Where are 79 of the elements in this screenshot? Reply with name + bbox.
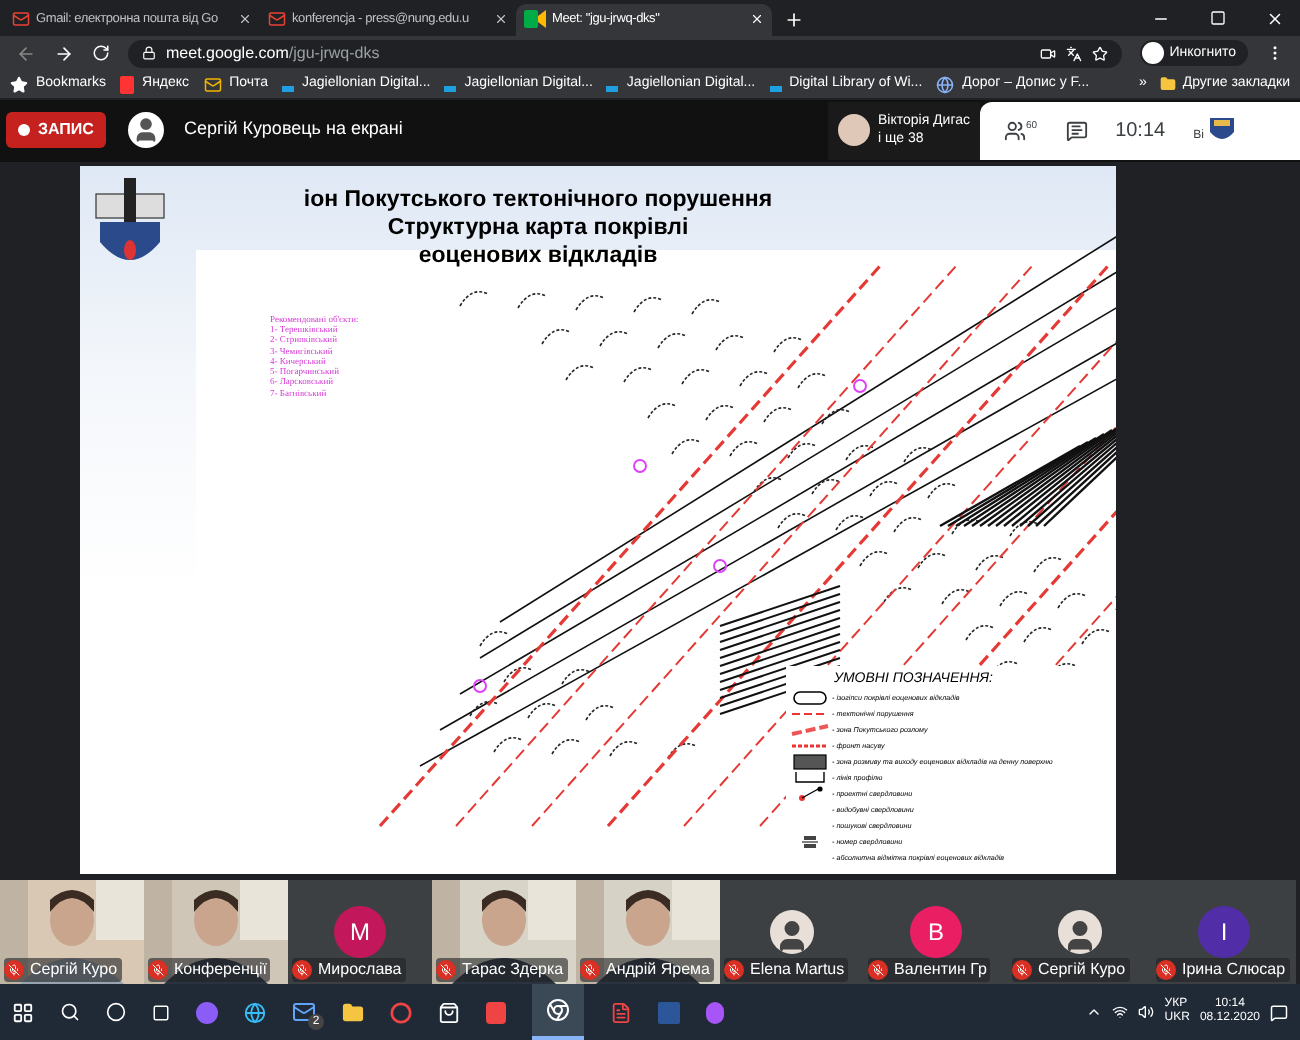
pdf-icon[interactable] [610,1001,632,1023]
mail-icon [12,10,30,29]
star-icon[interactable] [1091,45,1108,62]
mic-off-icon [868,960,888,980]
bookmark-icon [769,86,782,93]
slide-title: еоценових відкладів [418,241,658,270]
slide-title: іон Покутського тектонічного порушення [303,185,773,214]
folder-icon [1160,76,1177,93]
participant-name: Андрій Ярема [606,958,710,982]
back-icon[interactable] [16,43,36,64]
camera-icon[interactable] [1039,45,1056,62]
avatar: I [1198,906,1250,958]
participant-name: Elena Martus [750,958,845,982]
new-tab-icon[interactable] [784,9,804,30]
notifications-icon[interactable] [1270,1003,1288,1021]
participant-tile[interactable]: B Валентин Гр [864,880,1008,984]
windows-start-icon[interactable] [12,1001,34,1023]
address-field[interactable]: meet.google.com/jgu-jrwq-dks [128,39,1122,68]
participant-name: Ірина Слюсар [1182,958,1286,982]
participant-tile[interactable]: Тарас Здерка [432,880,576,984]
participant-tile[interactable]: I Ірина Слюсар [1152,880,1296,984]
search-icon[interactable] [60,1002,80,1022]
mic-off-icon [1012,960,1032,980]
avatar: M [334,906,386,958]
participant-tile[interactable]: Андрій Ярема [576,880,720,984]
participant-name: Тарас Здерка [462,958,564,982]
globe-icon [936,75,955,94]
participant-name: Сергій Куро [30,958,118,982]
participant-name: Мирослава [318,958,402,982]
mic-off-icon [1156,960,1176,980]
participant-tile[interactable]: M Мирослава [288,880,432,984]
hatch-symbol-icon [790,754,830,771]
chat-icon[interactable] [1065,119,1088,142]
reload-icon[interactable] [92,44,110,63]
contour-symbol-icon [790,690,830,707]
volume-icon[interactable] [1138,1004,1155,1020]
slide-title: Структурна карта покрівлі [387,213,689,242]
presenter-label: Сергій Куровець на екрані [183,116,403,143]
participant-tile[interactable]: Elena Martus [720,880,864,984]
lock-icon [142,46,156,61]
participant-tile[interactable]: Сергій Куро [1008,880,1152,984]
avatar [837,114,870,147]
maximize-icon[interactable] [1210,9,1226,26]
participant-name: Валентин Гр [894,958,987,982]
close-icon[interactable] [238,12,252,27]
zone-symbol-icon [790,722,830,739]
close-icon[interactable] [494,12,508,27]
avatar [1058,910,1102,954]
bookmark-icon [606,86,619,93]
profile-symbol-icon [790,770,830,787]
camera-icon [524,10,546,29]
avatar [770,910,814,954]
forward-icon[interactable] [54,43,74,64]
network-icon[interactable] [1112,1004,1129,1020]
bookmark-icon [444,86,457,93]
star-icon [10,75,28,94]
mic-off-icon [292,960,312,980]
participant-name: Конференції [174,958,267,982]
avatar: B [910,906,962,958]
clock-text: 10:14 [1115,117,1166,146]
avatar [127,112,164,149]
participant-tile[interactable]: Конференції [144,880,288,984]
chrome-icon [546,998,570,1022]
participant-name: Сергій Куро [1038,958,1126,982]
people-icon [1004,119,1026,142]
translate-icon[interactable] [1065,45,1082,62]
chrome-taskbar-button[interactable] [532,984,584,1040]
task-view-icon[interactable] [152,1003,170,1021]
mic-off-icon [724,960,744,980]
folder-icon[interactable] [342,1001,364,1023]
bookmark-icon [282,86,295,93]
store-icon[interactable] [438,1001,460,1023]
mail-icon [268,10,286,29]
mail-icon [203,75,222,94]
url-text: meet.google.com/jgu-jrwq-dks [166,41,380,66]
participant-tile[interactable]: Сергій Куро [0,880,144,984]
chevron-up-icon[interactable] [1086,1004,1103,1020]
close-icon[interactable] [1266,9,1284,28]
record-button[interactable]: ЗАПИС [6,112,106,149]
